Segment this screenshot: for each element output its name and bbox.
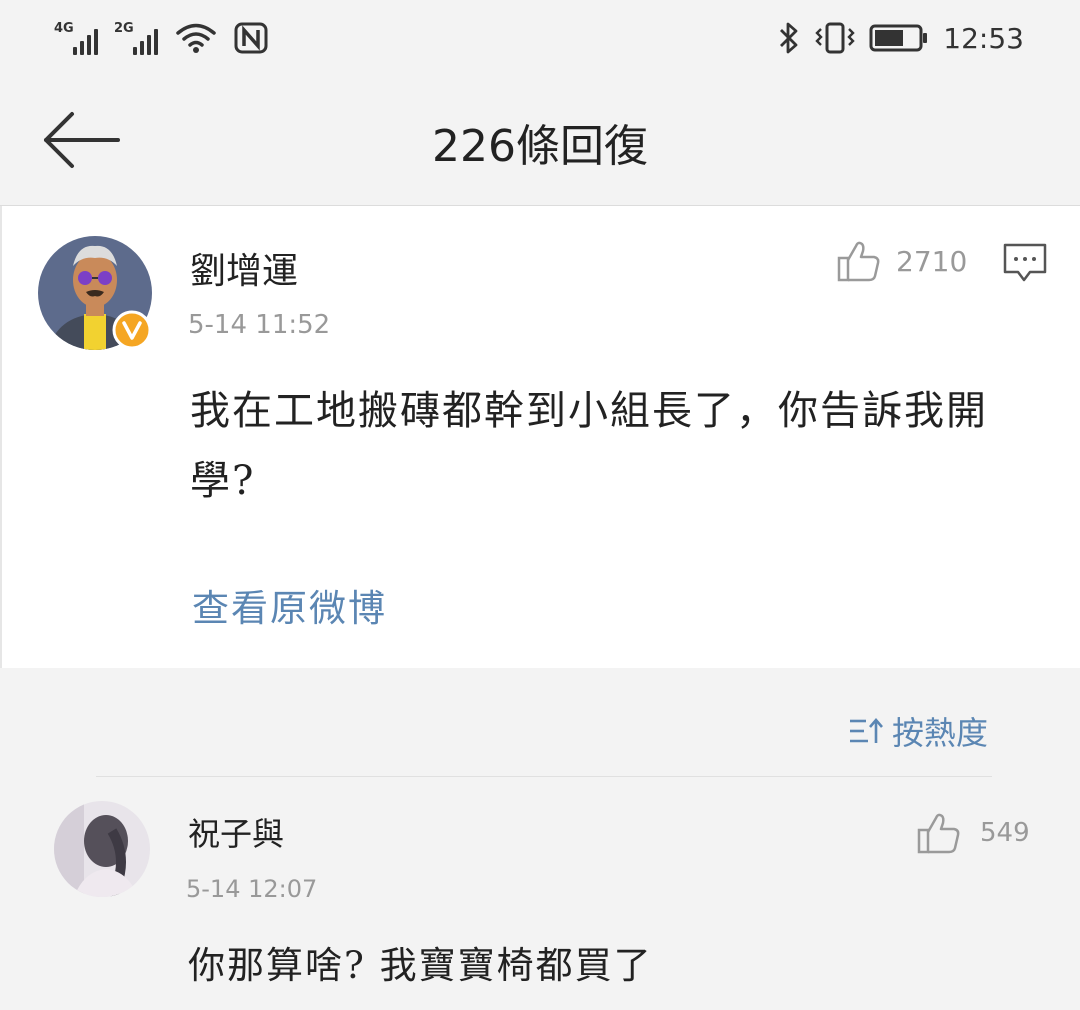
- vibrate-icon: [815, 22, 855, 54]
- wifi-icon: [176, 23, 216, 53]
- network-type-2: 2G: [114, 21, 134, 36]
- like-button[interactable]: 2710: [836, 236, 967, 286]
- sort-icon: [849, 718, 883, 743]
- main-post: 劉增運 5-14 11:52 2710 我在工地搬磚都幹到小組長了，你告訴我開學…: [0, 206, 1080, 668]
- comment-button[interactable]: [1002, 242, 1048, 284]
- comment-icon: [1003, 243, 1047, 282]
- reply-avatar[interactable]: [54, 801, 150, 897]
- post-time: 5-14 11:52: [188, 310, 331, 340]
- reply-text: 你那算啥? 我寶寶椅都買了: [188, 944, 653, 987]
- network-type-1: 4G: [54, 21, 74, 36]
- author-name[interactable]: 劉增運: [190, 242, 298, 294]
- signal-icon: 4G: [54, 21, 98, 55]
- reply-item: 祝子與 5-14 12:07 549 你那算啥? 我寶寶椅都買了: [0, 777, 1080, 1010]
- battery-icon: [869, 24, 928, 52]
- sort-bar: 按熱度: [0, 668, 1080, 776]
- status-bar: 4G 2G 12:53: [0, 0, 1080, 80]
- post-text: 我在工地搬磚都幹到小組長了，你告訴我開學?: [190, 388, 988, 504]
- reply-time: 5-14 12:07: [186, 875, 318, 903]
- sort-label: 按熱度: [891, 714, 988, 752]
- sort-button[interactable]: 按熱度: [848, 708, 988, 754]
- reply-author[interactable]: 祝子與: [188, 809, 284, 855]
- reply-like-count: 549: [980, 818, 1030, 848]
- header: 226條回復: [0, 80, 1080, 206]
- thumbs-up-icon: [917, 813, 960, 854]
- status-right: 12:53: [777, 18, 1024, 58]
- view-original-link[interactable]: 查看原微博: [192, 578, 387, 632]
- page-title: 226條回復: [432, 121, 648, 172]
- reply-like-button[interactable]: 549: [916, 809, 1030, 857]
- avatar[interactable]: [38, 236, 152, 350]
- bluetooth-icon: [780, 22, 798, 54]
- reply-avatar-image: [54, 801, 150, 897]
- verified-badge-icon: [112, 310, 152, 350]
- thumbs-up-icon: [837, 241, 880, 282]
- status-left: 4G 2G: [54, 18, 268, 58]
- nfc-icon: [234, 22, 268, 54]
- like-count: 2710: [896, 244, 968, 278]
- signal-icon-2: 2G: [114, 21, 158, 55]
- status-time: 12:53: [943, 21, 1024, 55]
